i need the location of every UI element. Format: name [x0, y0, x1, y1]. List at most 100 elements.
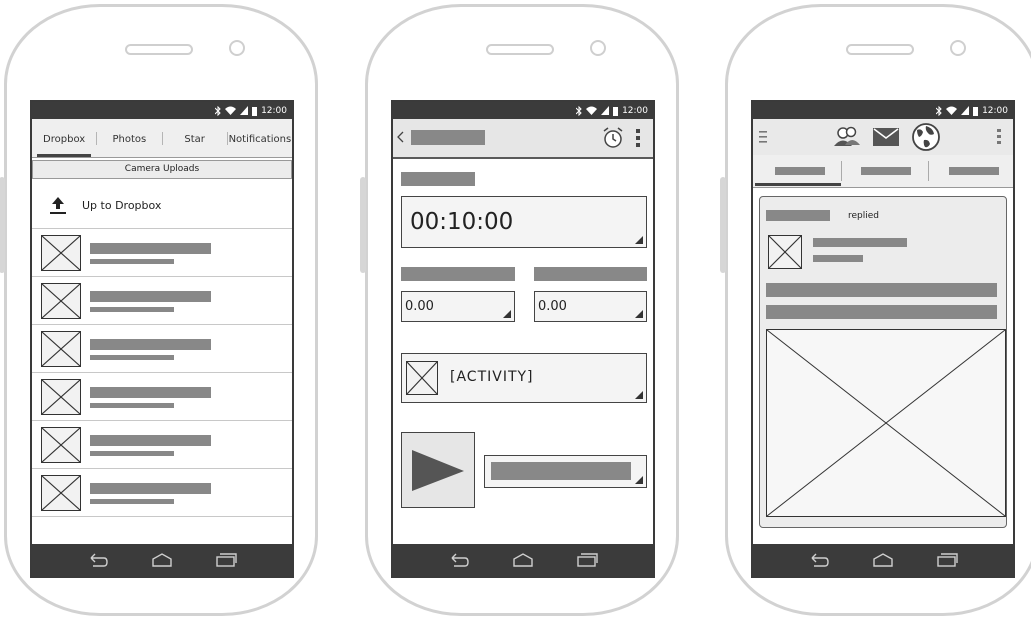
side-key [0, 177, 5, 273]
label-placeholder [401, 172, 475, 186]
bluetooth-icon [936, 105, 942, 116]
action-bar [753, 119, 1013, 156]
replied-label: replied [848, 211, 880, 221]
recents-icon[interactable] [933, 550, 961, 570]
screen: 12:00 Dropbox Photos Star Notifications … [30, 100, 294, 578]
signal-icon [601, 106, 610, 115]
active-tab-indicator [755, 183, 841, 186]
list-item[interactable] [32, 325, 292, 373]
back-arrow-icon[interactable] [805, 550, 833, 570]
value-right: 0.00 [538, 299, 567, 314]
title-placeholder [411, 130, 485, 145]
upload-arrow-icon [50, 197, 66, 214]
nav-bar [32, 544, 292, 576]
subtitle-placeholder [813, 255, 863, 262]
recents-icon[interactable] [573, 550, 601, 570]
feed-card[interactable]: replied [759, 196, 1007, 528]
tab-bar: Dropbox Photos Star Notifications [32, 119, 292, 158]
list-item[interactable] [32, 373, 292, 421]
wifi-icon [586, 106, 598, 115]
nav-bar [753, 544, 1013, 576]
item-subtitle-placeholder [90, 403, 174, 408]
username-placeholder [766, 210, 830, 221]
item-subtitle-placeholder [90, 451, 174, 456]
tab-dropbox[interactable]: Dropbox [32, 132, 96, 157]
tab-1[interactable] [775, 167, 825, 175]
screen: 12:00 replied [751, 100, 1015, 578]
back-arrow-icon[interactable] [445, 550, 473, 570]
action-bar [393, 119, 653, 159]
value-left: 0.00 [405, 299, 434, 314]
tab-2[interactable] [861, 167, 911, 175]
back-arrow-icon[interactable] [84, 550, 112, 570]
folder-title: Camera Uploads [32, 160, 292, 179]
dropdown-selector[interactable] [484, 455, 647, 488]
activity-selector[interactable]: [ACTIVITY] [401, 353, 647, 403]
home-icon[interactable] [148, 550, 176, 570]
status-time: 12:00 [982, 105, 1008, 116]
overflow-menu-icon[interactable] [636, 129, 640, 147]
dropdown-value-placeholder [491, 462, 631, 480]
list-item[interactable] [32, 277, 292, 325]
battery-icon [613, 106, 619, 116]
phone-frame-timer: 12:00 00:10:00 0.00 0.00 [ACTIVITY] [360, 4, 679, 616]
globe-icon[interactable] [911, 122, 941, 152]
status-bar: 12:00 [393, 102, 653, 119]
thumbnail [41, 235, 81, 271]
wifi-icon [225, 106, 237, 115]
thumbnail [41, 427, 81, 463]
item-subtitle-placeholder [90, 259, 174, 264]
item-subtitle-placeholder [90, 499, 174, 504]
tab-bar [753, 155, 1013, 188]
tab-divider [928, 161, 929, 181]
tab-3[interactable] [949, 167, 999, 175]
tab-notifications[interactable]: Notifications [226, 131, 292, 145]
value-input-right[interactable]: 0.00 [534, 291, 647, 322]
tab-divider [841, 161, 842, 181]
overflow-menu-icon[interactable] [997, 129, 1001, 145]
play-button[interactable] [401, 432, 475, 508]
speaker [486, 44, 554, 55]
speaker [846, 44, 914, 55]
thumbnail [41, 283, 81, 319]
tab-photos[interactable]: Photos [96, 131, 161, 145]
activity-label: [ACTIVITY] [450, 369, 534, 385]
up-to-dropbox-row[interactable]: Up to Dropbox [32, 182, 292, 229]
activity-image [406, 361, 438, 395]
item-subtitle-placeholder [90, 307, 174, 312]
item-title-placeholder [90, 483, 211, 494]
signal-icon [961, 106, 970, 115]
list-item[interactable] [32, 421, 292, 469]
thumbnail [41, 331, 81, 367]
home-icon[interactable] [509, 550, 537, 570]
status-bar: 12:00 [753, 102, 1013, 119]
alarm-clock-icon[interactable] [601, 126, 625, 150]
item-subtitle-placeholder [90, 355, 174, 360]
back-chevron-icon[interactable] [397, 131, 405, 143]
up-to-dropbox-label: Up to Dropbox [82, 198, 162, 212]
play-icon [412, 450, 464, 491]
mail-icon[interactable] [873, 128, 899, 146]
home-icon[interactable] [869, 550, 897, 570]
hamburger-menu-icon[interactable] [759, 131, 767, 143]
post-image [766, 329, 1006, 517]
list-item[interactable] [32, 229, 292, 277]
thumbnail [41, 475, 81, 511]
value-input-left[interactable]: 0.00 [401, 291, 515, 322]
side-key [360, 177, 366, 273]
list-item[interactable] [32, 469, 292, 517]
recents-icon[interactable] [212, 550, 240, 570]
camera [590, 40, 606, 56]
item-title-placeholder [90, 339, 211, 350]
bluetooth-icon [215, 105, 221, 116]
tab-star[interactable]: Star [161, 131, 227, 145]
battery-icon [973, 106, 979, 116]
people-icon[interactable] [833, 126, 861, 148]
thumbnail [41, 379, 81, 415]
item-title-placeholder [90, 435, 211, 446]
body-text-placeholder [766, 305, 997, 319]
wifi-icon [946, 106, 958, 115]
avatar [768, 235, 802, 269]
camera [950, 40, 966, 56]
timer-input[interactable]: 00:10:00 [401, 196, 647, 248]
